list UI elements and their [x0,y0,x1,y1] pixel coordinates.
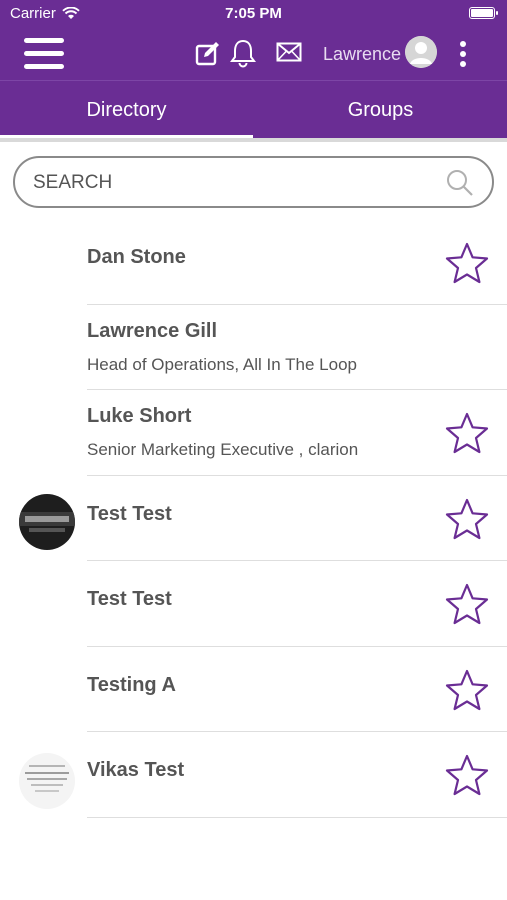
bell-icon[interactable] [229,38,257,68]
star-icon[interactable] [444,582,490,626]
username-label[interactable]: Lawrence [323,44,401,65]
list-item[interactable]: Testing A [0,647,507,732]
avatar[interactable] [405,36,437,68]
contact-name: Luke Short [87,405,192,427]
tab-groups[interactable]: Groups [254,81,507,139]
contact-name: Dan Stone [87,246,186,268]
compose-icon[interactable] [194,40,222,68]
list-item[interactable]: Dan Stone [0,220,507,305]
contact-name: Test Test [87,503,172,525]
contact-avatar [19,753,75,809]
contact-photo [19,753,75,809]
tab-divider [0,138,507,142]
app-header: Lawrence [0,28,507,80]
contact-name: Test Test [87,588,172,610]
star-icon[interactable] [444,241,490,285]
list-item[interactable]: Vikas Test [0,732,507,818]
contact-name: Vikas Test [87,759,185,781]
search-input[interactable] [31,168,445,198]
row-divider [87,817,507,818]
more-vertical-icon[interactable] [458,40,468,68]
battery-icon [469,7,498,19]
star-icon[interactable] [444,497,490,541]
menu-icon[interactable] [24,36,64,70]
mail-icon[interactable] [276,42,302,62]
status-time: 7:05 PM [225,5,282,22]
list-item[interactable]: Test Test [0,476,507,561]
tab-directory[interactable]: Directory [0,81,253,139]
contact-name: Testing A [87,674,176,696]
star-icon[interactable] [444,668,490,712]
contact-avatar [19,494,75,550]
user-icon [405,36,437,68]
list-item[interactable]: Lawrence Gill Head of Operations, All In… [0,305,507,390]
list-item[interactable]: Test Test [0,561,507,647]
search-bar [13,156,494,208]
contact-name: Lawrence Gill [87,320,218,342]
tab-bar: Directory Groups [0,80,507,139]
list-item[interactable]: Luke Short Senior Marketing Executive , … [0,390,507,476]
contact-photo [19,494,75,550]
status-bar: Carrier 7:05 PM [0,0,507,28]
star-icon[interactable] [444,411,490,455]
contact-subtitle: Senior Marketing Executive , clarion [87,440,359,459]
star-icon[interactable] [444,753,490,797]
search-icon[interactable] [446,169,474,197]
contact-subtitle: Head of Operations, All In The Loop [87,355,357,374]
